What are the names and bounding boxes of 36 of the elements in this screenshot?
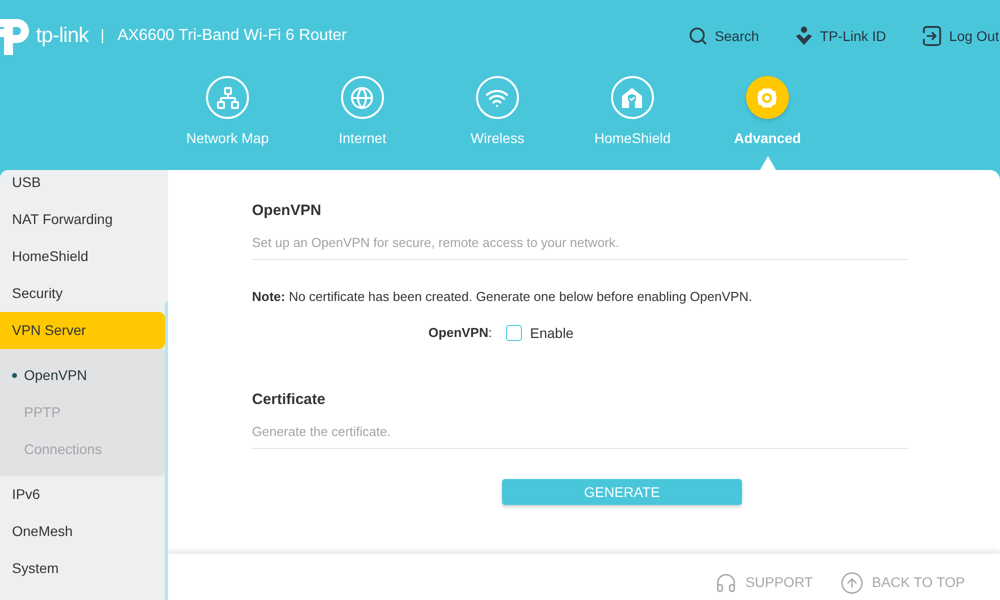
logo-icon [0, 17, 30, 55]
arrow-up-circle-icon [840, 570, 864, 594]
brand-logo-text: tp-link [36, 24, 89, 48]
person-icon [795, 26, 814, 46]
gear-icon [746, 76, 789, 119]
field-label: OpenVPN: [427, 324, 492, 342]
submenu-item[interactable]: OpenVPN [0, 357, 165, 394]
network-icon [206, 76, 249, 119]
header-link[interactable]: TP-Link ID [795, 26, 886, 46]
sidebar-item[interactable]: USB [0, 170, 165, 201]
sidebar-item[interactable]: OneMesh [0, 513, 165, 550]
header-link[interactable]: Log Out [922, 26, 999, 46]
bullet-icon [12, 373, 17, 378]
router-model-title: AX6600 Tri-Band Wi-Fi 6 Router [117, 26, 347, 46]
section-title: OpenVPN [252, 202, 322, 220]
section-title: Certificate [252, 391, 326, 409]
header-link[interactable]: Search [688, 26, 760, 46]
wifi-icon [476, 76, 519, 119]
headset-icon [715, 572, 738, 594]
checkbox[interactable] [506, 325, 522, 341]
search-icon [688, 26, 708, 46]
logout-icon [922, 26, 942, 46]
house-shield-icon [610, 76, 654, 119]
scrollbar-thumb[interactable] [165, 302, 168, 600]
section-description: Set up an OpenVPN for secure, remote access to your network. [252, 234, 620, 252]
title-separator: | [100, 26, 104, 46]
sidebar-item[interactable]: System [0, 550, 165, 587]
globe-icon [340, 76, 384, 119]
note-text: Note: No certificate has been created. Generate one below before enabling OpenVPN. [252, 288, 754, 306]
sidebar-item[interactable]: VPN Server [0, 312, 165, 349]
sidebar-item[interactable]: IPv6 [0, 476, 165, 513]
checkbox-label: Enable [530, 324, 574, 342]
section-description: Generate the certificate. [252, 423, 392, 441]
sidebar-item[interactable]: NAT Forwarding [0, 201, 165, 238]
sidebar-item[interactable]: Security [0, 275, 165, 312]
sidebar-item[interactable]: HomeShield [0, 238, 165, 275]
